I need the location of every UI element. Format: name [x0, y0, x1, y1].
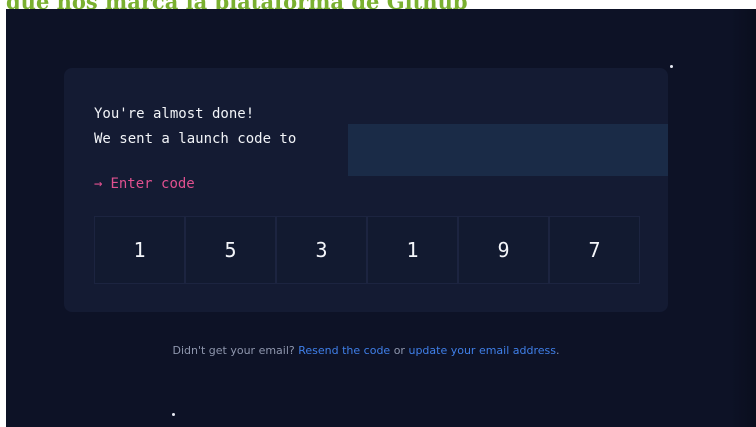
footer-or-text: or: [393, 344, 405, 357]
star-dot: [172, 413, 175, 416]
update-email-link[interactable]: update your email address: [408, 344, 556, 357]
resend-footer: Didn't get your email? Resend the code o…: [6, 343, 726, 359]
code-digit-input-5[interactable]: 9: [458, 216, 549, 284]
email-redacted-block: [348, 124, 668, 176]
verification-screen: You're almost done! We sent a launch cod…: [6, 9, 756, 427]
footer-period: .: [556, 344, 560, 357]
code-input-row: 1 5 3 1 9 7: [94, 216, 640, 284]
code-digit-input-2[interactable]: 5: [185, 216, 276, 284]
almost-done-text: You're almost done!: [94, 106, 255, 122]
star-dot: [670, 65, 673, 68]
screen-edge-shade: [730, 9, 756, 427]
code-digit-input-1[interactable]: 1: [94, 216, 185, 284]
enter-code-label: Enter code: [110, 176, 195, 192]
code-digit-input-3[interactable]: 3: [276, 216, 367, 284]
code-digit-input-4[interactable]: 1: [367, 216, 458, 284]
footer-prefix-text: Didn't get your email?: [172, 344, 295, 357]
enter-code-prompt: → Enter code: [94, 175, 195, 193]
code-digit-input-6[interactable]: 7: [549, 216, 640, 284]
launch-code-sent-text: We sent a launch code to: [94, 131, 297, 147]
resend-code-link[interactable]: Resend the code: [298, 344, 390, 357]
verification-card: You're almost done! We sent a launch cod…: [64, 68, 668, 312]
arrow-right-icon: →: [94, 176, 103, 192]
screenshot-root: que nos marca la plataforma de Github Yo…: [0, 0, 756, 427]
